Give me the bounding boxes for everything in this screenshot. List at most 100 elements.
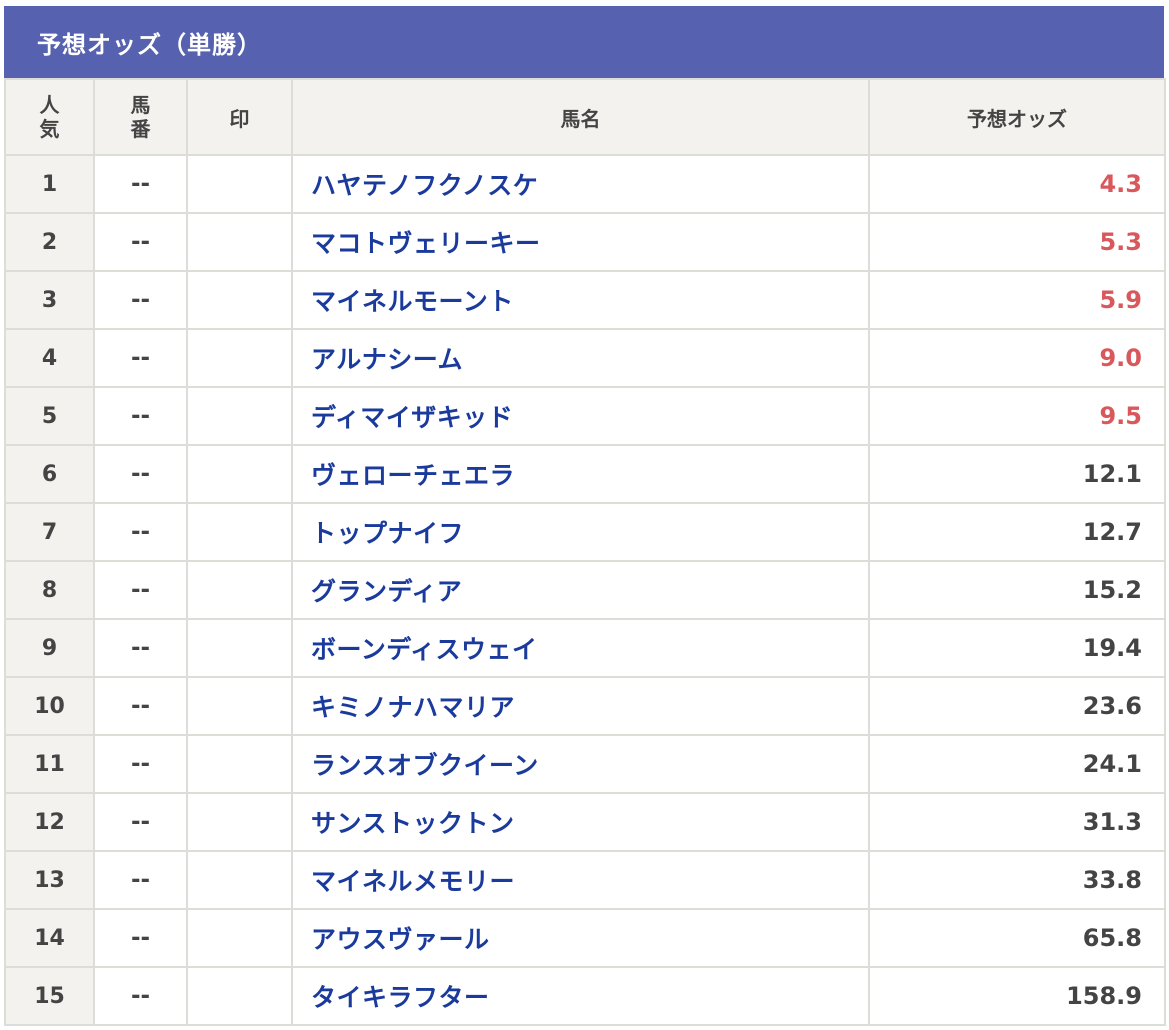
prediction-mark <box>186 212 293 272</box>
horse-number: -- <box>93 618 188 678</box>
table-row: 5 -- ディマイザキッド 9.5 <box>4 386 1166 446</box>
prediction-mark <box>186 734 293 794</box>
horse-name-cell: キミノナハマリア <box>291 676 870 736</box>
prediction-mark <box>186 328 293 388</box>
horse-name-cell: グランディア <box>291 560 870 620</box>
horse-name-link[interactable]: サンストックトン <box>311 809 515 838</box>
popularity-rank: 15 <box>4 966 95 1026</box>
horse-name-cell: ランスオブクイーン <box>291 734 870 794</box>
table-row: 12 -- サンストックトン 31.3 <box>4 792 1166 852</box>
table-row: 14 -- アウスヴァール 65.8 <box>4 908 1166 968</box>
odds-table-body: 1 -- ハヤテノフクノスケ 4.3 2 -- マコトヴェリーキー 5.3 3 -- マイネルモーン… <box>4 154 1166 1026</box>
horse-name-cell: サンストックトン <box>291 792 870 852</box>
popularity-rank: 2 <box>4 212 95 272</box>
predicted-odds: 23.6 <box>868 676 1166 736</box>
horse-name-cell: ハヤテノフクノスケ <box>291 154 870 214</box>
prediction-mark <box>186 444 293 504</box>
horse-number: -- <box>93 560 188 620</box>
prediction-mark <box>186 270 293 330</box>
table-row: 3 -- マイネルモーント 5.9 <box>4 270 1166 330</box>
predicted-odds: 65.8 <box>868 908 1166 968</box>
popularity-rank: 3 <box>4 270 95 330</box>
popularity-rank: 9 <box>4 618 95 678</box>
horse-name-link[interactable]: ランスオブクイーン <box>311 751 539 780</box>
horse-number: -- <box>93 850 188 910</box>
column-header-popularity: 人 気 <box>4 78 95 156</box>
horse-name-cell: アルナシーム <box>291 328 870 388</box>
horse-name-cell: マコトヴェリーキー <box>291 212 870 272</box>
horse-name-link[interactable]: マイネルモーント <box>311 287 514 316</box>
odds-panel: 予想オッズ（単勝） 人 気 馬 番 印 馬名 予想オッズ 1 -- ハヤテノフク… <box>4 6 1166 1026</box>
horse-number: -- <box>93 270 188 330</box>
prediction-mark <box>186 560 293 620</box>
predicted-odds: 31.3 <box>868 792 1166 852</box>
horse-name-cell: ボーンディスウェイ <box>291 618 870 678</box>
prediction-mark <box>186 792 293 852</box>
horse-name-cell: トップナイフ <box>291 502 870 562</box>
horse-number: -- <box>93 792 188 852</box>
popularity-rank: 5 <box>4 386 95 446</box>
popularity-rank: 7 <box>4 502 95 562</box>
horse-number: -- <box>93 676 188 736</box>
horse-name-cell: ディマイザキッド <box>291 386 870 446</box>
column-header-horse-name: 馬名 <box>291 78 870 156</box>
table-row: 7 -- トップナイフ 12.7 <box>4 502 1166 562</box>
table-row: 1 -- ハヤテノフクノスケ 4.3 <box>4 154 1166 214</box>
horse-number: -- <box>93 734 188 794</box>
horse-number: -- <box>93 154 188 214</box>
prediction-mark <box>186 850 293 910</box>
prediction-mark <box>186 966 293 1026</box>
horse-name-cell: アウスヴァール <box>291 908 870 968</box>
predicted-odds: 9.5 <box>868 386 1166 446</box>
horse-number: -- <box>93 386 188 446</box>
horse-name-cell: タイキラフター <box>291 966 870 1026</box>
horse-name-link[interactable]: ハヤテノフクノスケ <box>311 171 538 200</box>
prediction-mark <box>186 386 293 446</box>
horse-name-link[interactable]: アルナシーム <box>311 345 463 374</box>
popularity-rank: 1 <box>4 154 95 214</box>
table-row: 11 -- ランスオブクイーン 24.1 <box>4 734 1166 794</box>
predicted-odds: 24.1 <box>868 734 1166 794</box>
horse-name-link[interactable]: ディマイザキッド <box>311 403 513 432</box>
column-header-odds: 予想オッズ <box>868 78 1166 156</box>
predicted-odds: 19.4 <box>868 618 1166 678</box>
prediction-mark <box>186 908 293 968</box>
horse-number: -- <box>93 908 188 968</box>
horse-name-link[interactable]: マイネルメモリー <box>311 867 515 896</box>
horse-name-link[interactable]: トップナイフ <box>311 519 464 548</box>
horse-name-cell: マイネルメモリー <box>291 850 870 910</box>
table-row: 2 -- マコトヴェリーキー 5.3 <box>4 212 1166 272</box>
popularity-rank: 14 <box>4 908 95 968</box>
predicted-odds: 15.2 <box>868 560 1166 620</box>
predicted-odds: 12.1 <box>868 444 1166 504</box>
horse-name-link[interactable]: マコトヴェリーキー <box>311 229 541 258</box>
prediction-mark <box>186 154 293 214</box>
popularity-rank: 4 <box>4 328 95 388</box>
column-header-horse-number: 馬 番 <box>93 78 188 156</box>
popularity-rank: 12 <box>4 792 95 852</box>
horse-name-link[interactable]: キミノナハマリア <box>311 693 515 722</box>
predicted-odds: 5.9 <box>868 270 1166 330</box>
horse-name-cell: ヴェローチェエラ <box>291 444 870 504</box>
horse-name-link[interactable]: タイキラフター <box>311 983 490 1012</box>
popularity-rank: 13 <box>4 850 95 910</box>
horse-name-link[interactable]: アウスヴァール <box>311 925 490 954</box>
predicted-odds: 158.9 <box>868 966 1166 1026</box>
predicted-odds: 12.7 <box>868 502 1166 562</box>
horse-number: -- <box>93 212 188 272</box>
horse-number: -- <box>93 328 188 388</box>
predicted-odds: 9.0 <box>868 328 1166 388</box>
prediction-mark <box>186 618 293 678</box>
prediction-mark <box>186 502 293 562</box>
popularity-rank: 10 <box>4 676 95 736</box>
horse-name-link[interactable]: グランディア <box>311 577 462 606</box>
table-row: 15 -- タイキラフター 158.9 <box>4 966 1166 1026</box>
horse-name-link[interactable]: ヴェローチェエラ <box>311 461 515 490</box>
table-row: 13 -- マイネルメモリー 33.8 <box>4 850 1166 910</box>
predicted-odds: 33.8 <box>868 850 1166 910</box>
column-header-mark: 印 <box>186 78 293 156</box>
horse-number: -- <box>93 502 188 562</box>
panel-title: 予想オッズ（単勝） <box>4 6 1164 78</box>
horse-name-link[interactable]: ボーンディスウェイ <box>311 635 538 664</box>
horse-number: -- <box>93 966 188 1026</box>
